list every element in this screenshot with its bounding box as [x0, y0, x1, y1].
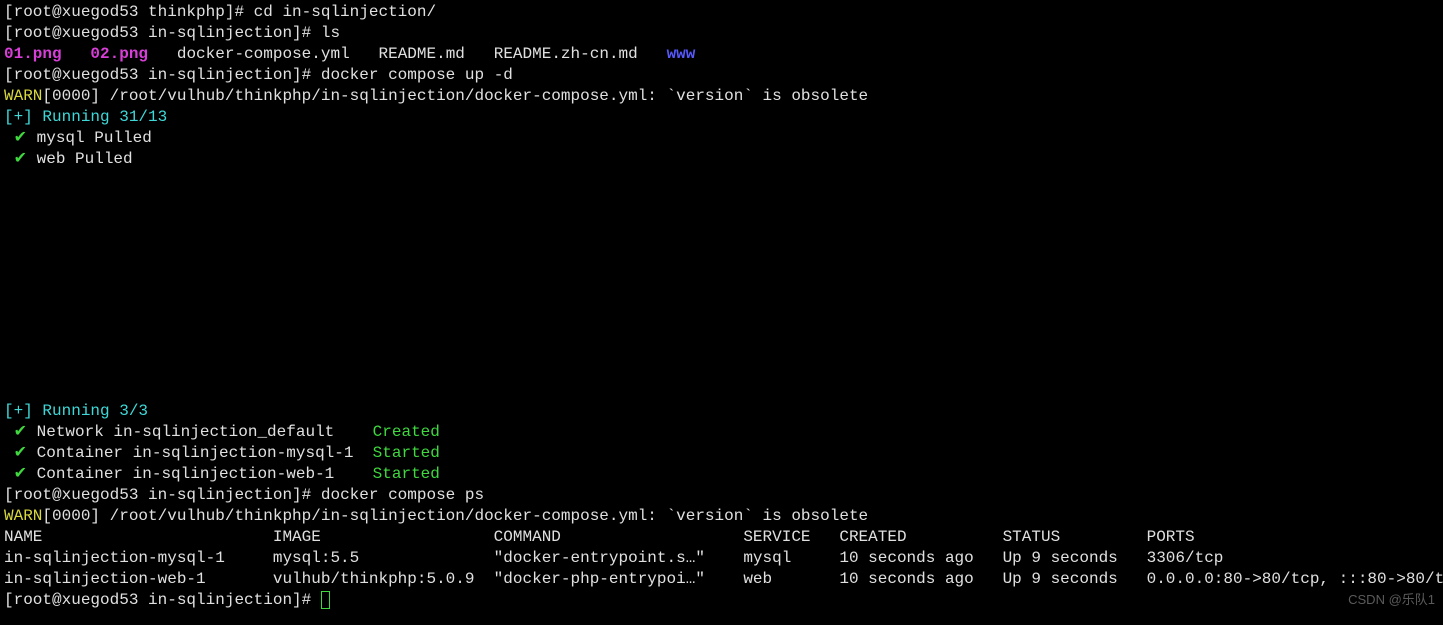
- dir: www: [667, 45, 696, 63]
- terminal-line: [root@xuegod53 in-sqlinjection]# docker …: [4, 65, 1439, 86]
- container-line: ✔ Container in-sqlinjection-web-1 Starte…: [4, 464, 1439, 485]
- pull-line: ✔ web Pulled: [4, 149, 1439, 170]
- prompt: [root@xuegod53 in-sqlinjection]#: [4, 24, 321, 42]
- command: cd in-sqlinjection/: [254, 3, 436, 21]
- pull-line: ✔ mysql Pulled: [4, 128, 1439, 149]
- pull-text: mysql Pulled: [27, 129, 161, 147]
- network-line: ✔ Network in-sqlinjection_default Create…: [4, 422, 1439, 443]
- check-icon: ✔: [4, 465, 27, 483]
- command: ls: [321, 24, 340, 42]
- warn-line: WARN[0000] /root/vulhub/thinkphp/in-sqli…: [4, 506, 1439, 527]
- warn-msg: [0000] /root/vulhub/thinkphp/in-sqlinjec…: [42, 87, 877, 105]
- table-row: in-sqlinjection-web-1 vulhub/thinkphp:5.…: [4, 569, 1439, 590]
- status-text: Started: [373, 465, 440, 483]
- warn-tag: WARN: [4, 87, 42, 105]
- warn-tag: WARN: [4, 507, 42, 525]
- file-md: README.md: [378, 45, 464, 63]
- command: docker compose up -d: [321, 66, 513, 84]
- running-text: Running 3/3: [42, 402, 148, 420]
- check-icon: ✔: [4, 444, 27, 462]
- container-line: ✔ Container in-sqlinjection-mysql-1 Star…: [4, 443, 1439, 464]
- prompt: [root@xuegod53 in-sqlinjection]#: [4, 486, 321, 504]
- cursor-icon[interactable]: [321, 591, 330, 609]
- resource-text: Container in-sqlinjection-mysql-1: [27, 444, 373, 462]
- warn-msg: [0000] /root/vulhub/thinkphp/in-sqlinjec…: [42, 507, 877, 525]
- running-line: [+] Running 31/13: [4, 107, 1439, 128]
- file-yml: docker-compose.yml: [177, 45, 350, 63]
- resource-text: Container in-sqlinjection-web-1: [27, 465, 373, 483]
- file-png: 02.png: [90, 45, 148, 63]
- table-row: in-sqlinjection-mysql-1 mysql:5.5 "docke…: [4, 548, 1439, 569]
- watermark: CSDN @乐队1: [1348, 589, 1435, 610]
- spacer: [4, 170, 1439, 401]
- check-icon: ✔: [4, 129, 27, 147]
- check-icon: ✔: [4, 150, 27, 168]
- running-line: [+] Running 3/3: [4, 401, 1439, 422]
- table-header: NAME IMAGE COMMAND SERVICE CREATED STATU…: [4, 527, 1439, 548]
- status-text: Created: [373, 423, 440, 441]
- terminal-line: [root@xuegod53 in-sqlinjection]# ls: [4, 23, 1439, 44]
- resource-text: Network in-sqlinjection_default: [27, 423, 373, 441]
- running-prefix: [+]: [4, 108, 42, 126]
- check-icon: ✔: [4, 423, 27, 441]
- running-text: Running 31/13: [42, 108, 167, 126]
- running-prefix: [+]: [4, 402, 42, 420]
- prompt: [root@xuegod53 thinkphp]#: [4, 3, 254, 21]
- file-md: README.zh-cn.md: [494, 45, 638, 63]
- file-png: 01.png: [4, 45, 62, 63]
- warn-line: WARN[0000] /root/vulhub/thinkphp/in-sqli…: [4, 86, 1439, 107]
- status-text: Started: [373, 444, 440, 462]
- prompt: [root@xuegod53 in-sqlinjection]#: [4, 591, 321, 609]
- command: docker compose ps: [321, 486, 484, 504]
- terminal-line: [root@xuegod53 thinkphp]# cd in-sqlinjec…: [4, 2, 1439, 23]
- pull-text: web Pulled: [27, 150, 142, 168]
- terminal-line[interactable]: [root@xuegod53 in-sqlinjection]#: [4, 590, 1439, 611]
- terminal-line: [root@xuegod53 in-sqlinjection]# docker …: [4, 485, 1439, 506]
- ls-output: 01.png 02.png docker-compose.yml README.…: [4, 44, 1439, 65]
- prompt: [root@xuegod53 in-sqlinjection]#: [4, 66, 321, 84]
